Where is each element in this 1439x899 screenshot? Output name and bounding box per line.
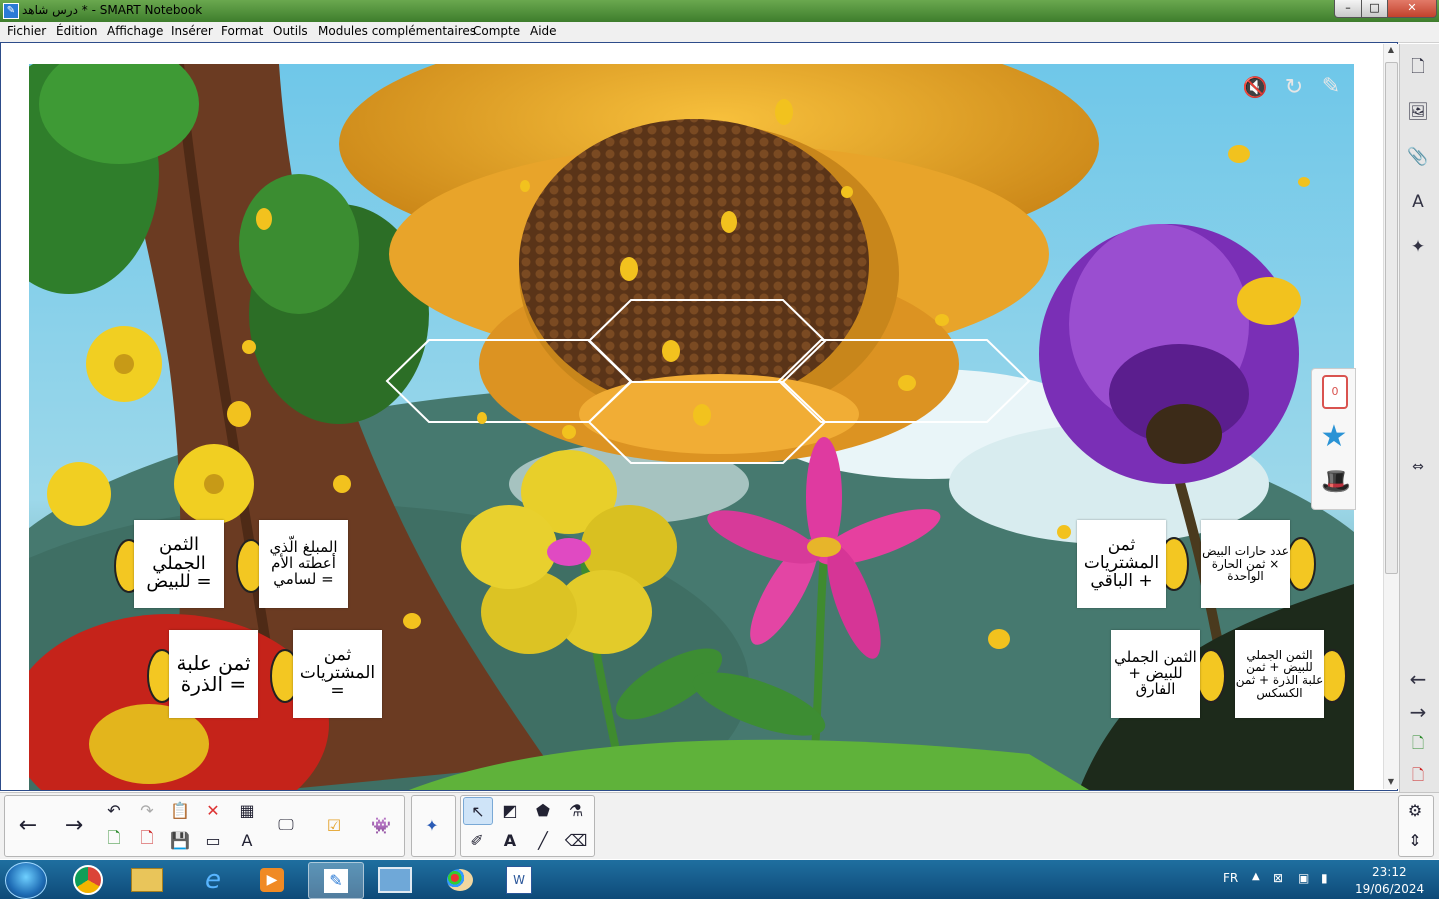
menu-inserer[interactable]: Insérer [171,24,213,38]
menu-affichage[interactable]: Affichage [107,24,163,38]
card-purchases-plus-rest[interactable]: ثمن المشتريات + الباقي [1077,520,1166,608]
eraser-fill-icon[interactable]: ⬟ [529,797,557,823]
close-button[interactable]: ✕ [1387,0,1437,18]
counter-widget-icon[interactable]: 0 [1322,375,1348,409]
gallery-icon[interactable]: 🖼 [1403,95,1433,129]
card-purchases[interactable]: ثمن المشتريات = [293,630,382,718]
menu-format[interactable]: Format [221,24,263,38]
lesson-page-scene[interactable]: 🔇 ↻ ✎ الثمن الجملي للبيض = المبلغ الّذي … [29,64,1354,790]
page-sorter-icon[interactable]: 🗋 [1403,51,1433,85]
menu-outils[interactable]: Outils [273,24,308,38]
media-player-icon[interactable]: ▶ [245,862,299,897]
delete-page-icon[interactable]: 🗋 [1403,760,1433,794]
prev-page-icon[interactable]: ← [1403,662,1433,696]
toolbar-delete-page-icon[interactable]: 🗋 [133,827,161,853]
line-icon[interactable]: ╱ [529,827,557,853]
forward-icon[interactable]: → [60,812,88,838]
smart-notebook-icon: ✎ [3,3,19,19]
language-indicator[interactable]: FR [1223,871,1238,885]
show-hidden-icons[interactable]: ▲ [1252,871,1260,882]
power-icon[interactable]: ▮ [1321,871,1328,885]
pens-icon[interactable]: ✐ [463,827,491,853]
title-bar [0,0,1439,22]
properties-icon[interactable]: A [1403,185,1433,219]
menu-compte[interactable]: Compte [473,24,520,38]
clock-time[interactable]: 23:12 [1372,865,1407,879]
attachments-icon[interactable]: 📎 [1403,140,1433,174]
menu-fichier[interactable]: Fichier [7,24,46,38]
photo-viewer-icon[interactable] [368,862,422,897]
mute-icon[interactable]: 🔇 [1242,75,1268,99]
card-total-eggs[interactable]: الثمن الجملي للبيض = [134,520,224,608]
chrome-icon[interactable] [61,862,115,897]
menu-aide[interactable]: Aide [530,24,557,38]
start-button[interactable] [5,862,47,899]
maximize-button[interactable]: □ [1361,0,1388,18]
magic-hat-icon[interactable]: 🎩 [1321,467,1351,495]
minimize-button[interactable]: – [1334,0,1362,18]
delete-icon[interactable]: ✕ [199,797,227,823]
scroll-thumb[interactable] [1385,62,1398,574]
panel-resize-icon[interactable]: ⇔ [1403,450,1433,484]
text-icon[interactable]: A [496,827,524,853]
pencil-icon[interactable]: ✎ [1318,74,1344,99]
menu-edition[interactable]: Édition [56,24,98,38]
paste-icon[interactable]: 📋 [166,797,194,823]
network-icon[interactable]: ⊠ [1273,871,1283,885]
response-icon[interactable]: ☑ [320,812,348,838]
menu-bar: Fichier Édition Affichage Insérer Format… [0,22,1439,43]
table-insert-icon[interactable]: A [233,827,261,853]
undo-icon[interactable]: ↶ [100,797,128,823]
card-money-given[interactable]: المبلغ الّذي أعطته الأم لسامي = [259,520,348,608]
card-eggs-plus-diff[interactable]: الثمن الجملي للبيض + الفارق [1111,630,1200,718]
floating-tools: 0 ★ 🎩 [1311,368,1356,510]
addon-icon[interactable]: ✦ [418,812,446,838]
card-total-sum[interactable]: الثمن الجملي للبيض + ثمن علبة الذرة + ثم… [1235,630,1324,718]
star-icon[interactable]: ★ [1318,421,1350,453]
back-icon[interactable]: ← [14,812,42,838]
next-page-icon[interactable]: → [1403,695,1433,729]
redo-icon[interactable]: ↷ [133,797,161,823]
eraser-icon[interactable]: ⌫ [562,827,590,853]
menu-modules[interactable]: Modules complémentaires [318,24,476,38]
fill-icon[interactable]: ⚗ [562,797,590,823]
clock-date[interactable]: 19/06/2024 [1355,882,1424,896]
window-title: درس شاهد * - SMART Notebook [22,3,203,17]
display-icon[interactable]: 🖵 [272,812,300,838]
save-icon[interactable]: 💾 [166,827,194,853]
addons-icon[interactable]: ✦ [1403,230,1433,264]
explorer-icon[interactable] [120,862,174,897]
lab-icon[interactable]: 👾 [367,812,395,838]
scroll-down-icon[interactable]: ▼ [1386,777,1396,789]
scroll-up-icon[interactable]: ▲ [1386,45,1396,57]
add-page-icon[interactable]: 🗋 [1403,728,1433,762]
shapes-icon[interactable]: ◩ [496,797,524,823]
card-corn-can[interactable]: ثمن علبة الذرة = [169,630,258,718]
refresh-icon[interactable]: ↻ [1281,75,1307,100]
paint-icon[interactable] [433,862,487,897]
move-toolbar-icon[interactable]: ⇕ [1401,827,1429,853]
select-icon[interactable]: ↖ [463,797,493,825]
toolbar-add-page-icon[interactable]: 🗋 [100,827,128,853]
word-icon[interactable]: W [492,862,546,897]
smart-notebook-task[interactable]: ✎ [308,862,364,899]
settings-icon[interactable]: ⚙ [1401,797,1429,823]
internet-explorer-icon[interactable]: e [186,862,240,897]
card-egg-trays-times[interactable]: عدد حارات البيض × ثمن الحارة الواحدة [1201,520,1290,608]
table-icon[interactable]: ▦ [233,797,261,823]
display-tray-icon[interactable]: ▣ [1298,871,1309,885]
screen-shade-icon[interactable]: ▭ [199,827,227,853]
